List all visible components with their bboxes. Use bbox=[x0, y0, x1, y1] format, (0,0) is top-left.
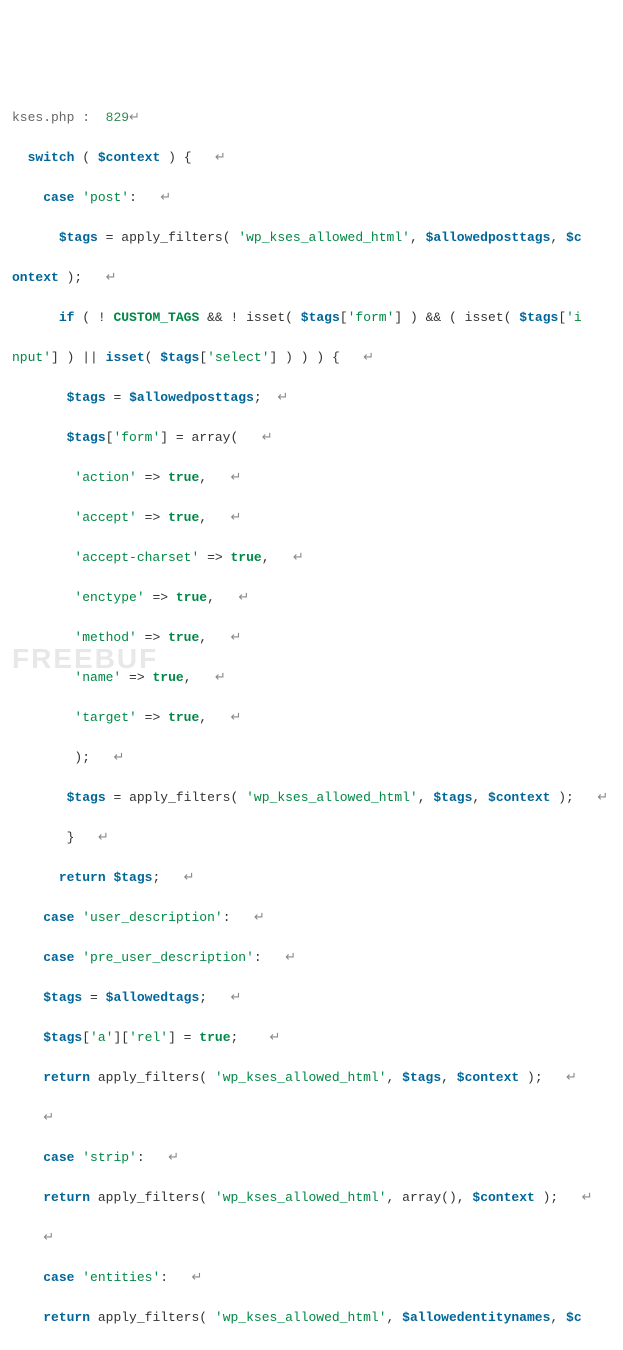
code-line: $tags = apply_filters( 'wp_kses_allowed_… bbox=[12, 788, 611, 808]
code-line: case 'user_description': ↵ bbox=[12, 908, 611, 928]
code-line: switch ( $context ) { ↵ bbox=[12, 148, 611, 168]
code-line: ); ↵ bbox=[12, 748, 611, 768]
code-line: $tags = $allowedposttags; ↵ bbox=[12, 388, 611, 408]
code-line: } ↵ bbox=[12, 828, 611, 848]
code-line: 'method' => true, ↵ bbox=[12, 628, 611, 648]
code-line: 'name' => true, ↵ bbox=[12, 668, 611, 688]
code-line: case 'strip': ↵ bbox=[12, 1148, 611, 1168]
code-line: if ( ! CUSTOM_TAGS && ! isset( $tags['fo… bbox=[12, 308, 611, 328]
header-line: kses.php : 829↵ bbox=[12, 108, 611, 128]
file-name: kses.php bbox=[12, 110, 74, 125]
code-line: case 'post': ↵ bbox=[12, 188, 611, 208]
code-block: kses.php : 829↵ switch ( $context ) { ↵ … bbox=[12, 88, 611, 1350]
code-line: $tags = apply_filters( 'wp_kses_allowed_… bbox=[12, 228, 611, 248]
code-line: $tags['form'] = array( ↵ bbox=[12, 428, 611, 448]
code-line: return apply_filters( 'wp_kses_allowed_h… bbox=[12, 1308, 611, 1328]
code-line: case 'entities': ↵ bbox=[12, 1268, 611, 1288]
code-line: return apply_filters( 'wp_kses_allowed_h… bbox=[12, 1188, 611, 1208]
code-line: nput'] ) || isset( $tags['select'] ) ) )… bbox=[12, 348, 611, 368]
code-line: 'target' => true, ↵ bbox=[12, 708, 611, 728]
code-line: ontext ); ↵ bbox=[12, 1348, 611, 1350]
code-line: $tags['a']['rel'] = true; ↵ bbox=[12, 1028, 611, 1048]
code-line: 'accept-charset' => true, ↵ bbox=[12, 548, 611, 568]
code-line: ↵ bbox=[12, 1108, 611, 1128]
code-line: return $tags; ↵ bbox=[12, 868, 611, 888]
code-line: return apply_filters( 'wp_kses_allowed_h… bbox=[12, 1068, 611, 1088]
code-line: 'action' => true, ↵ bbox=[12, 468, 611, 488]
code-line: 'accept' => true, ↵ bbox=[12, 508, 611, 528]
code-line: case 'pre_user_description': ↵ bbox=[12, 948, 611, 968]
code-line: $tags = $allowedtags; ↵ bbox=[12, 988, 611, 1008]
line-number: 829 bbox=[106, 110, 129, 125]
code-line: 'enctype' => true, ↵ bbox=[12, 588, 611, 608]
code-line: ontext ); ↵ bbox=[12, 268, 611, 288]
code-line: ↵ bbox=[12, 1228, 611, 1248]
